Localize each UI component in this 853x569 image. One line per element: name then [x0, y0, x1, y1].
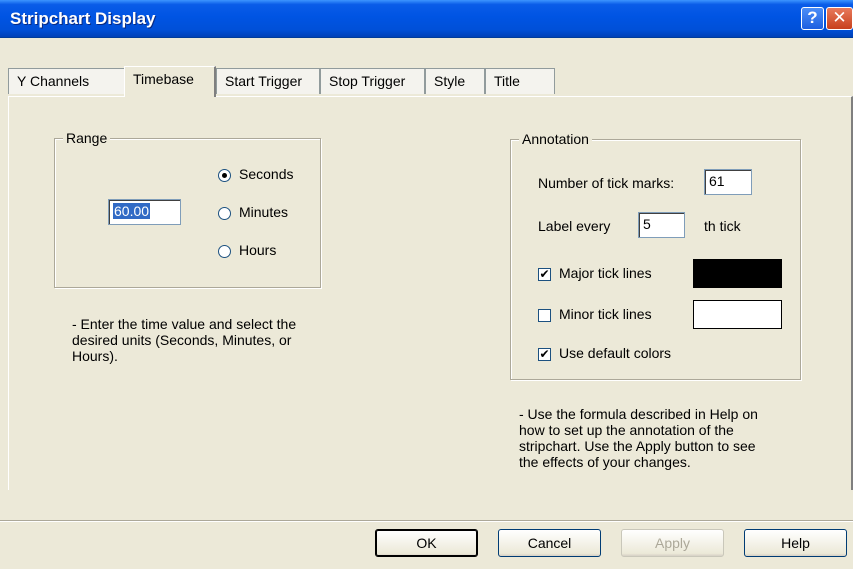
tab-label: Start Trigger	[225, 73, 303, 89]
tab-title[interactable]: Title	[485, 68, 555, 94]
help-line: Hours).	[72, 348, 118, 364]
minor-tick-label: Minor tick lines	[559, 306, 652, 322]
label-every-value: 5	[643, 216, 651, 232]
tick-marks-input[interactable]: 61	[704, 169, 752, 195]
question-icon: ?	[807, 8, 818, 27]
hours-label: Hours	[239, 242, 277, 258]
cancel-button[interactable]: Cancel	[498, 529, 601, 557]
range-value-input[interactable]: 60.00	[108, 199, 181, 225]
range-value-text: 60.00	[113, 203, 151, 219]
window-title: Stripchart Display	[10, 9, 156, 28]
ok-label: OK	[416, 535, 437, 551]
ok-button[interactable]: OK	[375, 529, 478, 557]
help-line: how to set up the annotation of the	[519, 422, 734, 438]
seconds-radio[interactable]: Seconds	[218, 165, 293, 185]
range-group-title: Range	[63, 130, 111, 146]
cancel-label: Cancel	[527, 535, 572, 551]
radio-icon	[218, 206, 231, 220]
minutes-radio[interactable]: Minutes	[218, 203, 288, 223]
default-colors-checkbox[interactable]: ✔ Use default colors	[538, 344, 671, 364]
tab-label: Y Channels	[17, 73, 90, 89]
title-bar: Stripchart Display ? ✕	[0, 0, 853, 38]
tab-label: Title	[494, 73, 520, 89]
help-title-button[interactable]: ?	[801, 7, 824, 30]
annotation-group-title: Annotation	[519, 131, 592, 147]
tab-y-channels[interactable]: Y Channels	[8, 68, 125, 94]
radio-selected-icon	[218, 168, 231, 182]
apply-button[interactable]: Apply	[621, 529, 724, 557]
help-button[interactable]: Help	[744, 529, 847, 557]
tab-label: Timebase	[133, 71, 194, 87]
major-tick-color-swatch[interactable]	[693, 259, 782, 288]
tab-stop-trigger[interactable]: Stop Trigger	[320, 68, 425, 94]
stripchart-display-dialog: Stripchart Display ? ✕ Y Channels Timeba…	[0, 0, 853, 569]
unchecked-box-icon	[538, 308, 551, 322]
range-help-text: - Enter the time value and select the de…	[72, 316, 296, 364]
label-every-input[interactable]: 5	[638, 212, 685, 238]
check-icon: ✔	[538, 346, 551, 361]
label-every-label: Label every	[538, 218, 611, 234]
help-line: - Enter the time value and select the	[72, 316, 297, 332]
tab-start-trigger[interactable]: Start Trigger	[216, 68, 320, 94]
hours-radio[interactable]: Hours	[218, 241, 276, 261]
major-tick-label: Major tick lines	[559, 265, 652, 281]
tab-label: Stop Trigger	[329, 73, 406, 89]
tab-timebase[interactable]: Timebase	[124, 66, 216, 97]
tick-marks-value: 61	[709, 173, 725, 189]
help-line: stripchart. Use the Apply button to see	[519, 438, 756, 454]
close-icon: ✕	[832, 8, 847, 27]
check-icon: ✔	[538, 266, 551, 281]
close-button[interactable]: ✕	[826, 7, 853, 30]
tab-label: Style	[434, 73, 466, 89]
minor-tick-checkbox[interactable]: Minor tick lines	[538, 305, 652, 325]
minutes-label: Minutes	[239, 204, 289, 220]
bottom-separator	[0, 520, 853, 522]
help-label: Help	[781, 535, 810, 551]
annotation-help-text: - Use the formula described in Help on h…	[519, 406, 758, 470]
major-tick-checkbox[interactable]: ✔ Major tick lines	[538, 264, 652, 284]
seconds-label: Seconds	[239, 166, 294, 182]
minor-tick-color-swatch[interactable]	[693, 300, 782, 329]
radio-icon	[218, 244, 231, 258]
apply-label: Apply	[654, 535, 691, 551]
label-every-suffix: th tick	[704, 218, 741, 234]
tab-style[interactable]: Style	[425, 68, 485, 94]
help-line: - Use the formula described in Help on	[519, 406, 758, 422]
default-colors-label: Use default colors	[559, 345, 672, 361]
tick-marks-label: Number of tick marks:	[538, 175, 675, 191]
help-line: the effects of your changes.	[519, 454, 691, 470]
help-line: desired units (Seconds, Minutes, or	[72, 332, 292, 348]
